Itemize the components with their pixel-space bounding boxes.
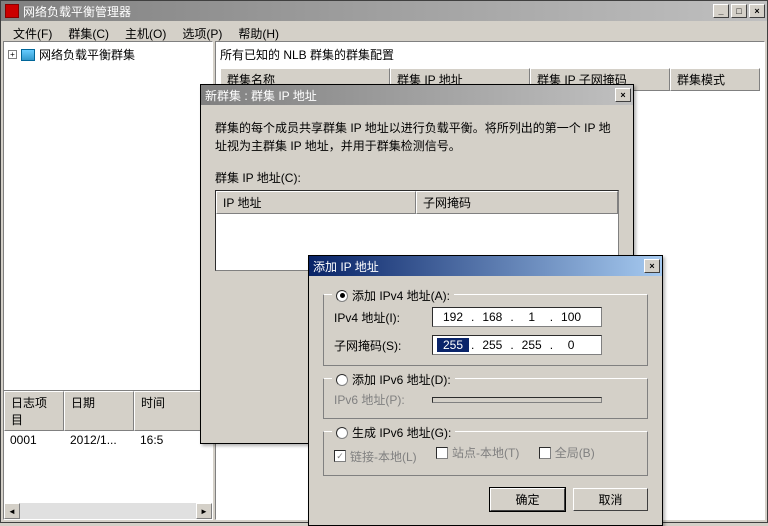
ipv4-label: IPv4 地址(I): <box>334 309 424 326</box>
check-link: ✓ <box>334 450 346 462</box>
ipv4-group: 添加 IPv4 地址(A): IPv4 地址(I): 192. 168. 1. … <box>323 294 648 366</box>
log-cell-item: 0001 <box>4 433 64 447</box>
ok-button[interactable]: 确定 <box>490 488 565 511</box>
ip-table-col-mask[interactable]: 子网掩码 <box>416 191 618 214</box>
log-row[interactable]: 0001 2012/1... 16:5 <box>4 431 212 449</box>
ipv6-group: 添加 IPv6 地址(D): IPv6 地址(P): <box>323 378 648 419</box>
tree-expander[interactable]: + <box>8 50 17 59</box>
cancel-button[interactable]: 取消 <box>573 488 648 511</box>
main-title: 网络负载平衡管理器 <box>23 3 713 20</box>
log-headers: 日志项目 日期 时间 <box>4 391 212 431</box>
opt-site: 站点-本地(T) <box>436 444 519 461</box>
new-cluster-titlebar[interactable]: 新群集 : 群集 IP 地址 × <box>201 85 633 105</box>
check-site <box>436 447 448 459</box>
col-mode[interactable]: 群集模式 <box>670 68 760 91</box>
gen-ipv6-radio[interactable] <box>336 427 348 439</box>
tree-root-label: 网络负载平衡群集 <box>39 46 135 63</box>
ipv6-radio[interactable] <box>336 374 348 386</box>
minimize-button[interactable]: _ <box>713 4 729 18</box>
add-ip-title: 添加 IP 地址 <box>313 258 644 275</box>
new-cluster-desc: 群集的每个成员共享群集 IP 地址以进行负载平衡。将所列出的第一个 IP 地址视… <box>215 119 619 155</box>
gen-ipv6-group: 生成 IPv6 地址(G): ✓ 链接-本地(L) 站点-本地(T) 全局(B) <box>323 431 648 476</box>
ip-list-label: 群集 IP 地址(C): <box>215 169 619 186</box>
opt-link: ✓ 链接-本地(L) <box>334 448 417 465</box>
ipv6-input <box>432 397 602 403</box>
ipv6-label: IPv6 地址(P): <box>334 391 424 408</box>
gen-ipv6-legend-label: 生成 IPv6 地址(G): <box>352 424 451 441</box>
ipv6-legend-label: 添加 IPv6 地址(D): <box>352 371 451 388</box>
mask-label: 子网掩码(S): <box>334 337 424 354</box>
ip-table-col-ip[interactable]: IP 地址 <box>216 191 416 214</box>
log-col-item[interactable]: 日志项目 <box>4 391 64 431</box>
add-ip-dialog: 添加 IP 地址 × 添加 IPv4 地址(A): IPv4 地址(I): 19… <box>308 255 663 526</box>
scroll-right-icon[interactable]: ► <box>196 503 212 519</box>
new-cluster-title: 新群集 : 群集 IP 地址 <box>205 87 615 104</box>
list-title: 所有已知的 NLB 群集的群集配置 <box>220 46 760 63</box>
close-button[interactable]: × <box>749 4 765 18</box>
add-ip-titlebar[interactable]: 添加 IP 地址 × <box>309 256 662 276</box>
log-cell-date: 2012/1... <box>64 433 134 447</box>
mask-input[interactable]: 255. 255. 255. 0 <box>432 335 602 355</box>
opt-global: 全局(B) <box>539 444 595 461</box>
ipv4-input[interactable]: 192. 168. 1. 100 <box>432 307 602 327</box>
maximize-button[interactable]: □ <box>731 4 747 18</box>
dialog-close-button[interactable]: × <box>615 88 631 102</box>
add-ip-close-button[interactable]: × <box>644 259 660 273</box>
app-icon <box>5 4 19 18</box>
scroll-left-icon[interactable]: ◄ <box>4 503 20 519</box>
ipv4-radio-legend[interactable]: 添加 IPv4 地址(A): <box>332 287 454 304</box>
cluster-icon <box>21 49 35 61</box>
log-scrollbar[interactable]: ◄ ► <box>4 503 212 519</box>
log-cell-time: 16:5 <box>134 433 169 447</box>
ipv4-radio[interactable] <box>336 290 348 302</box>
log-col-date[interactable]: 日期 <box>64 391 134 431</box>
ipv4-legend-label: 添加 IPv4 地址(A): <box>352 287 450 304</box>
dialog-buttons: 确定 取消 <box>309 480 662 525</box>
main-titlebar[interactable]: 网络负载平衡管理器 _ □ × <box>1 1 767 21</box>
log-pane: 日志项目 日期 时间 0001 2012/1... 16:5 ◄ ► <box>3 390 213 520</box>
check-global <box>539 447 551 459</box>
ipv6-radio-legend[interactable]: 添加 IPv6 地址(D): <box>332 371 455 388</box>
tree-root[interactable]: + 网络负载平衡群集 <box>8 46 208 63</box>
gen-ipv6-radio-legend[interactable]: 生成 IPv6 地址(G): <box>332 424 455 441</box>
